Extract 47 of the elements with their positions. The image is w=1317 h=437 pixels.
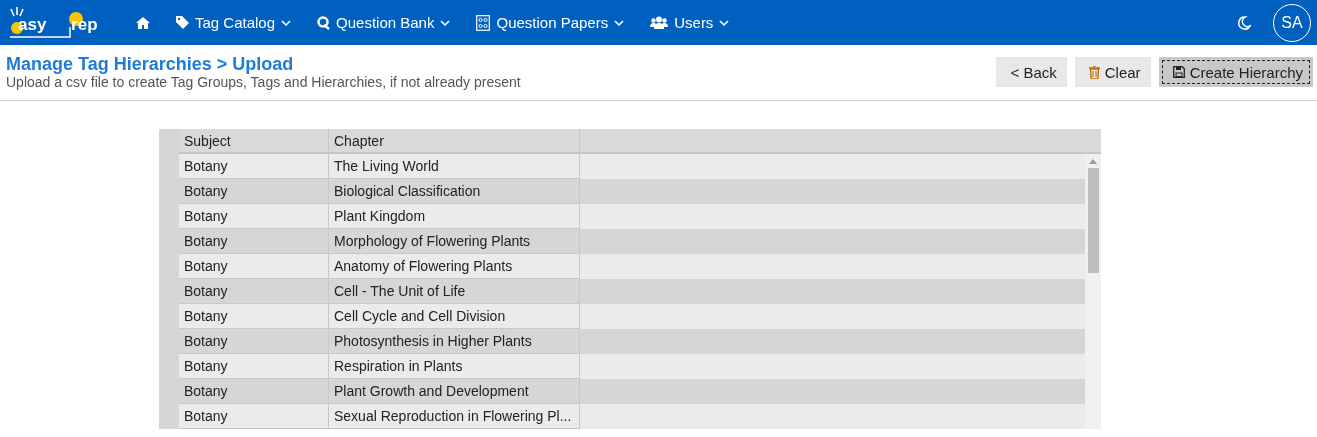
save-button[interactable]: Create Hierarchy (1158, 57, 1313, 87)
table-cell: Biological Classification (329, 179, 580, 204)
scrollbar[interactable] (1085, 154, 1101, 429)
table-cell: The Living World (329, 154, 580, 179)
users-icon (650, 16, 669, 29)
moon-icon[interactable] (1237, 15, 1251, 30)
chevron-icon (614, 19, 625, 26)
home-icon (136, 16, 150, 29)
table-cell: Morphology of Flowering Plants (329, 229, 580, 254)
nav-menu[interactable]: Tag Catalog (176, 14, 292, 31)
home-link[interactable] (136, 16, 150, 29)
chevron-icon (281, 19, 292, 26)
table-cell: Botany (179, 379, 329, 404)
chevron-icon (440, 19, 451, 26)
q-letter-icon (317, 15, 331, 30)
table-cell: Plant Growth and Development (329, 379, 580, 404)
table-cell: Sexual Reproduction in Flowering Pl... (329, 404, 580, 429)
answer-sheet-icon (476, 14, 491, 31)
page-title: Manage Tag Hierarchies > Upload (6, 54, 295, 74)
table-cell: Botany (179, 404, 329, 429)
scroll-up-icon[interactable] (1089, 159, 1097, 164)
table-cell: Botany (179, 279, 329, 304)
nav-menu[interactable]: Question Bank (317, 14, 451, 31)
chevron-icon (719, 19, 730, 26)
trash-icon (1088, 65, 1100, 79)
table-cell: Botany (179, 354, 329, 379)
page-subtitle: Upload a csv file to create Tag Groups, Tags and Hierarchies, if not already present (6, 74, 522, 91)
table-cell: Botany (179, 204, 329, 229)
table-cell: Botany (179, 229, 329, 254)
nav-menu[interactable]: Question Papers (476, 14, 625, 31)
table-cell: Photosynthesis in Higher Plants (329, 329, 580, 354)
table-cell: Botany (179, 154, 329, 179)
table-cell: Anatomy of Flowering Plants (329, 254, 580, 279)
table-cell: Botany (179, 179, 329, 204)
table-cell: Cell - The Unit of Life (329, 279, 580, 304)
table-cell: Cell Cycle and Cell Division (329, 304, 580, 329)
clear-button[interactable]: Clear (1074, 57, 1151, 87)
table-cell: Botany (179, 329, 329, 354)
table-cell: Botany (179, 254, 329, 279)
logo-link[interactable]: asy rep (8, 4, 118, 41)
table-cell: Botany (179, 304, 329, 329)
table-cell: Respiration in Plants (329, 354, 580, 379)
back-button[interactable]: < Back (996, 57, 1067, 87)
nav-menu[interactable]: Users (650, 14, 730, 31)
table-cell: Plant Kingdom (329, 204, 580, 229)
row-header-cell[interactable] (159, 404, 179, 429)
tag-icon (176, 16, 189, 29)
